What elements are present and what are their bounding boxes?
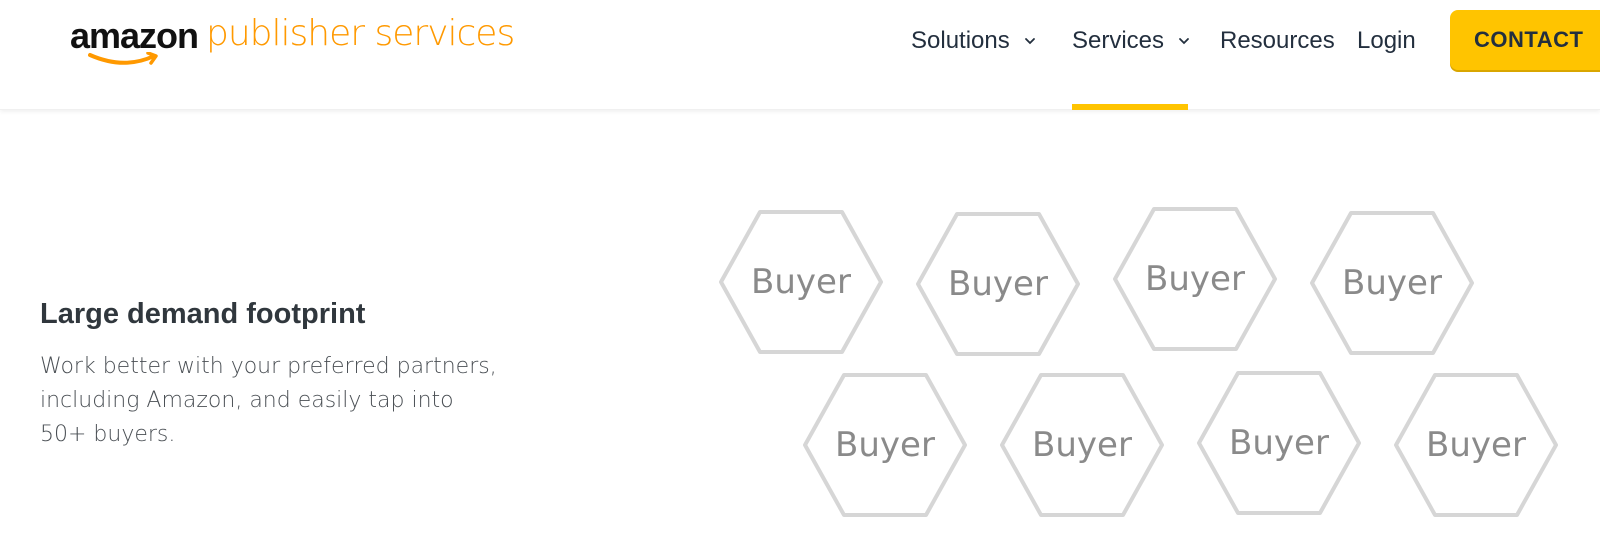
buyer-label: Buyer — [1145, 259, 1245, 299]
buyer-label: Buyer — [1229, 423, 1329, 463]
nav-item-label: Solutions — [911, 27, 1010, 54]
buyer-hex: Buyer — [999, 372, 1165, 518]
buyer-label: Buyer — [1426, 425, 1526, 465]
buyer-label: Buyer — [835, 425, 935, 465]
nav-item-resources[interactable]: Resources — [1220, 24, 1335, 58]
nav-item-solutions[interactable]: Solutions — [911, 24, 1036, 58]
contact-button[interactable]: CONTACT — [1450, 10, 1600, 70]
nav-item-label: Resources — [1220, 27, 1335, 54]
nav-item-label: Login — [1357, 27, 1416, 54]
main-nav: Solutions Services Resources Login — [0, 0, 1600, 110]
chevron-down-icon — [1179, 38, 1189, 45]
buyer-hex: Buyer — [718, 209, 884, 355]
buyer-hex: Buyer — [1112, 206, 1278, 352]
buyer-hex: Buyer — [1309, 210, 1475, 356]
feature-title: Large demand footprint — [40, 298, 366, 330]
nav-active-indicator — [1072, 104, 1188, 110]
buyer-hex-grid: Buyer Buyer Buyer Buyer Buyer Buyer Buyer Buyer — [700, 195, 1600, 554]
buyer-hex: Buyer — [915, 211, 1081, 357]
buyer-label: Buyer — [751, 262, 851, 302]
buyer-hex: Buyer — [1196, 370, 1362, 516]
buyer-label: Buyer — [1342, 263, 1442, 303]
chevron-down-icon — [1024, 38, 1035, 45]
buyer-hex: Buyer — [802, 372, 968, 518]
nav-item-login[interactable]: Login — [1357, 24, 1416, 58]
nav-item-label: Services — [1072, 27, 1165, 54]
nav-item-services[interactable]: Services — [1072, 24, 1190, 58]
feature-description: Work better with your preferred partners… — [40, 354, 497, 447]
buyer-hex: Buyer — [1393, 372, 1559, 518]
buyer-label: Buyer — [948, 264, 1048, 304]
buyer-label: Buyer — [1032, 425, 1132, 465]
site-header: amazon publisher services Solutions Serv… — [0, 0, 1600, 110]
